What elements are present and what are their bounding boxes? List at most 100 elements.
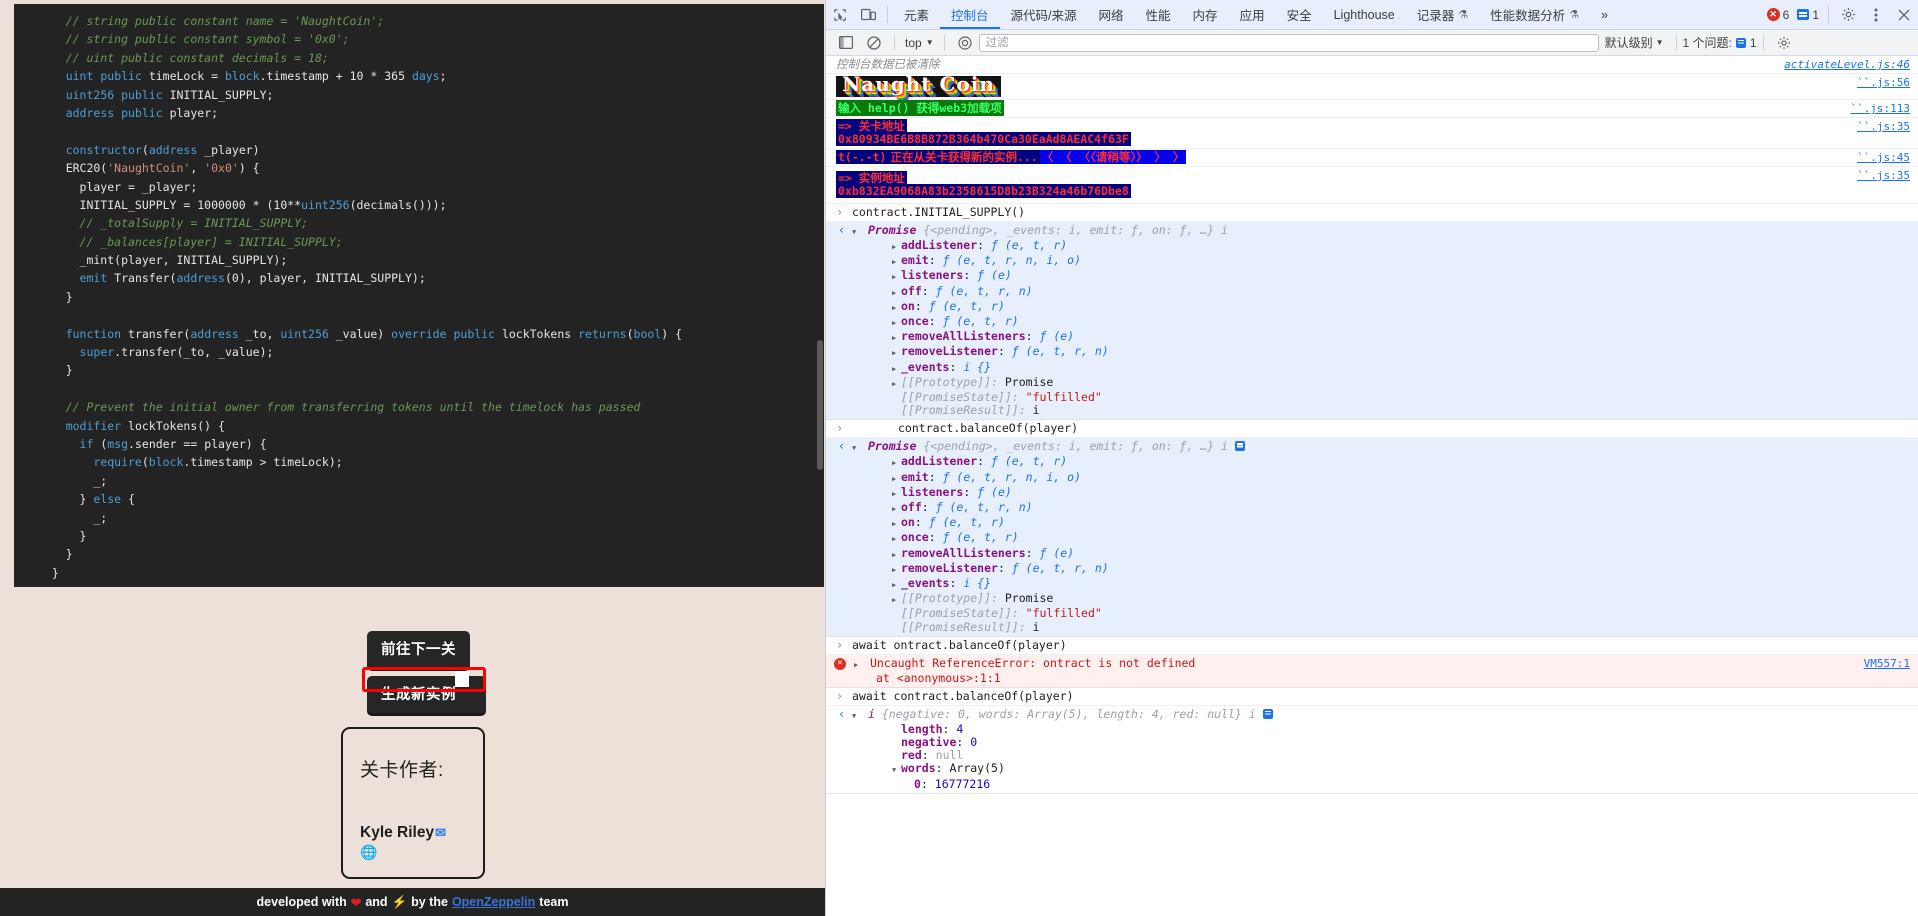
object-property-row[interactable]: on: ƒ (e, t, r) xyxy=(852,516,1910,531)
code-scrollbar-thumb[interactable] xyxy=(817,340,823,470)
internal-slot-row: [[PromiseResult]]: i xyxy=(852,619,1910,634)
slot-key: [[PromiseResult]]: xyxy=(901,619,1026,634)
info-count-badge[interactable]: 1 xyxy=(1793,0,1823,29)
expand-triangle-icon[interactable] xyxy=(892,455,901,470)
code-line: function transfer(address _to, uint256 _… xyxy=(65,326,682,341)
source-link-35a[interactable]: ``.js:35 xyxy=(1857,120,1910,133)
object-property-row[interactable]: emit: ƒ (e, t, r, n, i, o) xyxy=(852,470,1910,486)
tab-overflow[interactable]: » xyxy=(1590,0,1619,29)
clear-console-icon[interactable] xyxy=(860,35,888,50)
expand-triangle-icon[interactable] xyxy=(892,501,901,516)
expand-triangle-icon[interactable] xyxy=(892,592,901,607)
envelope-icon[interactable]: ✉ xyxy=(435,825,446,841)
source-link-113[interactable]: ``.js:113 xyxy=(1850,102,1910,115)
expand-triangle-icon[interactable] xyxy=(892,547,901,562)
expand-triangle-icon[interactable] xyxy=(892,762,901,777)
tab-10[interactable]: 性能数据分析 ⚗ xyxy=(1479,0,1590,29)
expand-triangle-icon[interactable] xyxy=(892,531,901,546)
expand-triangle-icon[interactable] xyxy=(892,269,901,284)
expand-triangle-icon[interactable] xyxy=(892,239,901,254)
object-property-row[interactable]: off: ƒ (e, t, r, n) xyxy=(852,284,1910,300)
expand-triangle-icon[interactable] xyxy=(892,361,901,376)
expand-triangle-icon[interactable] xyxy=(892,300,901,315)
console-settings-gear-icon[interactable] xyxy=(1770,36,1798,50)
console-filter-input[interactable] xyxy=(978,33,1599,52)
error-expand-icon[interactable] xyxy=(854,657,863,672)
device-toolbar-icon[interactable] xyxy=(854,0,882,29)
tab-5[interactable]: 内存 xyxy=(1182,0,1229,29)
expand-triangle-icon-2[interactable] xyxy=(852,440,861,455)
object-property-row[interactable]: addListener: ƒ (e, t, r) xyxy=(852,455,1910,470)
object-property-row[interactable]: _events: i {} xyxy=(852,576,1910,592)
object-property-row[interactable]: emit: ƒ (e, t, r, n, i, o) xyxy=(852,254,1910,269)
tab-0[interactable]: 元素 xyxy=(893,0,940,29)
object-property-row[interactable]: addListener: ƒ (e, t, r) xyxy=(852,238,1910,254)
tab-6[interactable]: 应用 xyxy=(1229,0,1276,29)
object-property-row[interactable]: listeners: ƒ (e) xyxy=(852,269,1910,284)
object-property-row[interactable]: red: null xyxy=(852,749,1910,762)
object-property-row[interactable]: removeAllListeners: ƒ (e) xyxy=(852,330,1910,345)
globe-icon[interactable]: 🌐 xyxy=(360,844,377,860)
object-property-row[interactable]: words: Array(5) xyxy=(852,762,1910,777)
object-property-row[interactable]: length: 4 xyxy=(852,721,1910,736)
close-icon[interactable] xyxy=(1890,0,1918,29)
expand-triangle-icon[interactable] xyxy=(892,486,901,501)
object-property-row[interactable]: _events: i {} xyxy=(852,359,1910,376)
expand-triangle-icon[interactable] xyxy=(892,345,901,360)
object-property-row[interactable]: negative: 0 xyxy=(852,735,1910,750)
source-link-activate[interactable]: activateLevel.js:46 xyxy=(1784,58,1910,71)
object-property-row[interactable]: on: ƒ (e, t, r) xyxy=(852,299,1910,315)
issues-indicator[interactable]: 1 个问题: 1 xyxy=(1683,34,1757,51)
source-link-45[interactable]: ``.js:45 xyxy=(1857,151,1910,164)
tab-8[interactable]: Lighthouse xyxy=(1323,0,1406,29)
expand-triangle-icon[interactable] xyxy=(892,577,901,592)
object-property-row[interactable]: once: ƒ (e, t, r) xyxy=(852,314,1910,330)
expand-triangle-icon[interactable] xyxy=(892,562,901,577)
console-sidebar-icon[interactable] xyxy=(832,36,860,49)
object-property-row[interactable]: removeAllListeners: ƒ (e) xyxy=(852,546,1910,562)
tab-3[interactable]: 网络 xyxy=(1088,0,1135,29)
error-count-badge[interactable]: ✕ 6 xyxy=(1763,0,1794,29)
object-property-row[interactable]: removeListener: ƒ (e, t, r, n) xyxy=(852,345,1910,360)
expand-triangle-icon[interactable] xyxy=(892,471,901,486)
expand-triangle-icon[interactable] xyxy=(892,315,901,330)
expand-triangle-icon[interactable] xyxy=(892,516,901,531)
inspect-element-icon[interactable] xyxy=(826,0,854,29)
object-property-row[interactable]: once: ƒ (e, t, r) xyxy=(852,531,1910,546)
tab-4[interactable]: 性能 xyxy=(1135,0,1182,29)
expand-triangle-icon[interactable] xyxy=(852,224,861,239)
object-property-row[interactable]: off: ƒ (e, t, r, n) xyxy=(852,500,1910,516)
source-link-56[interactable]: ``.js:56 xyxy=(1857,76,1910,89)
flask-icon: ⚗ xyxy=(1458,9,1469,21)
expand-triangle-icon[interactable] xyxy=(892,285,901,300)
expand-triangle-icon-3[interactable] xyxy=(852,708,861,723)
expand-triangle-icon[interactable] xyxy=(892,254,901,269)
tab-7[interactable]: 安全 xyxy=(1276,0,1323,29)
log-level-select[interactable]: 默认级别 ▼ xyxy=(1599,34,1670,51)
gear-icon[interactable] xyxy=(1834,0,1862,29)
expand-triangle-icon[interactable] xyxy=(892,376,901,391)
devtools-panel: 元素 控制台 源代码/来源 网络 性能 内存 应用 安全 Lighthouse 记录器 ⚗ 性能数据分… xyxy=(825,0,1918,916)
array-item-row: 0: 16777216 xyxy=(914,776,991,791)
property-key: negative xyxy=(901,735,957,750)
console-message-list[interactable]: 控制台数据已被清除 activateLevel.js:46 Naught Coi… xyxy=(826,56,1918,916)
tab-9[interactable]: 记录器 ⚗ xyxy=(1406,0,1479,29)
property-key: emit xyxy=(901,253,929,268)
property-key: length xyxy=(901,721,943,736)
kebab-menu-icon[interactable] xyxy=(1862,0,1890,29)
execution-context-select[interactable]: top ▼ xyxy=(901,36,938,50)
object-property-row[interactable]: removeListener: ƒ (e, t, r, n) xyxy=(852,561,1910,577)
object-property-row[interactable]: listeners: ƒ (e) xyxy=(852,485,1910,501)
next-level-button[interactable]: 前往下一关 xyxy=(367,631,470,668)
code-line: } xyxy=(38,565,59,580)
code-scrollbar[interactable] xyxy=(816,0,825,583)
openzeppelin-link[interactable]: OpenZeppelin xyxy=(452,895,535,909)
expand-triangle-icon[interactable] xyxy=(892,330,901,345)
tab-2[interactable]: 源代码/来源 xyxy=(1000,0,1088,29)
property-key: _events xyxy=(901,359,950,374)
source-link-vm[interactable]: VM557:1 xyxy=(1864,657,1910,670)
tab-1[interactable]: 控制台 xyxy=(940,0,1000,29)
live-expression-icon[interactable] xyxy=(951,35,979,50)
property-key: listeners xyxy=(901,268,964,283)
source-link-35b[interactable]: ``.js:35 xyxy=(1857,169,1910,182)
